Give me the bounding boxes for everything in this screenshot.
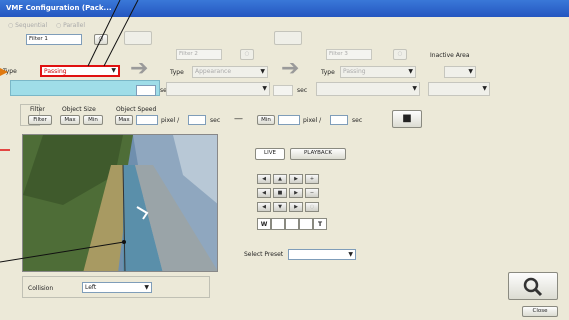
annotation-overlay <box>0 0 139 263</box>
